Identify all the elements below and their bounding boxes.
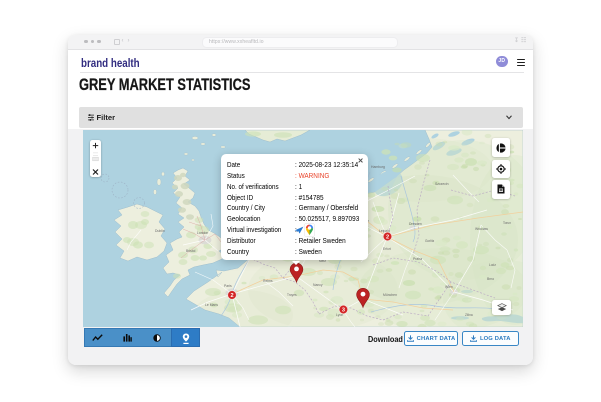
svg-text:Paris: Paris — [224, 284, 232, 288]
svg-text:Gorlitz: Gorlitz — [425, 239, 435, 243]
svg-text:Erfurt: Erfurt — [383, 247, 391, 251]
svg-text:Torun: Torun — [503, 221, 511, 225]
svg-text:Reims: Reims — [263, 279, 273, 283]
svg-text:Le Mans: Le Mans — [205, 303, 218, 307]
svg-text:München: München — [383, 293, 397, 297]
svg-text:Wien: Wien — [445, 285, 453, 289]
svg-text:Praha: Praha — [413, 257, 422, 261]
svg-text:Brno: Brno — [487, 277, 494, 281]
svg-text:Lodz: Lodz — [489, 263, 496, 267]
svg-text:Zilina: Zilina — [465, 313, 473, 317]
svg-text:2: 2 — [230, 293, 233, 299]
svg-text:London: London — [197, 231, 208, 235]
svg-text:Wroclaw: Wroclaw — [475, 227, 488, 231]
svg-text:Troyes: Troyes — [287, 293, 297, 297]
svg-text:Bristol: Bristol — [186, 249, 196, 253]
svg-text:Hamburg: Hamburg — [371, 165, 385, 169]
svg-text:2: 2 — [386, 234, 389, 240]
svg-text:Dresden: Dresden — [409, 222, 422, 226]
svg-text:Dublin: Dublin — [155, 229, 165, 233]
svg-text:Szczecin: Szczecin — [435, 182, 449, 186]
svg-text:3: 3 — [342, 307, 345, 313]
svg-text:Nancy: Nancy — [313, 283, 323, 287]
